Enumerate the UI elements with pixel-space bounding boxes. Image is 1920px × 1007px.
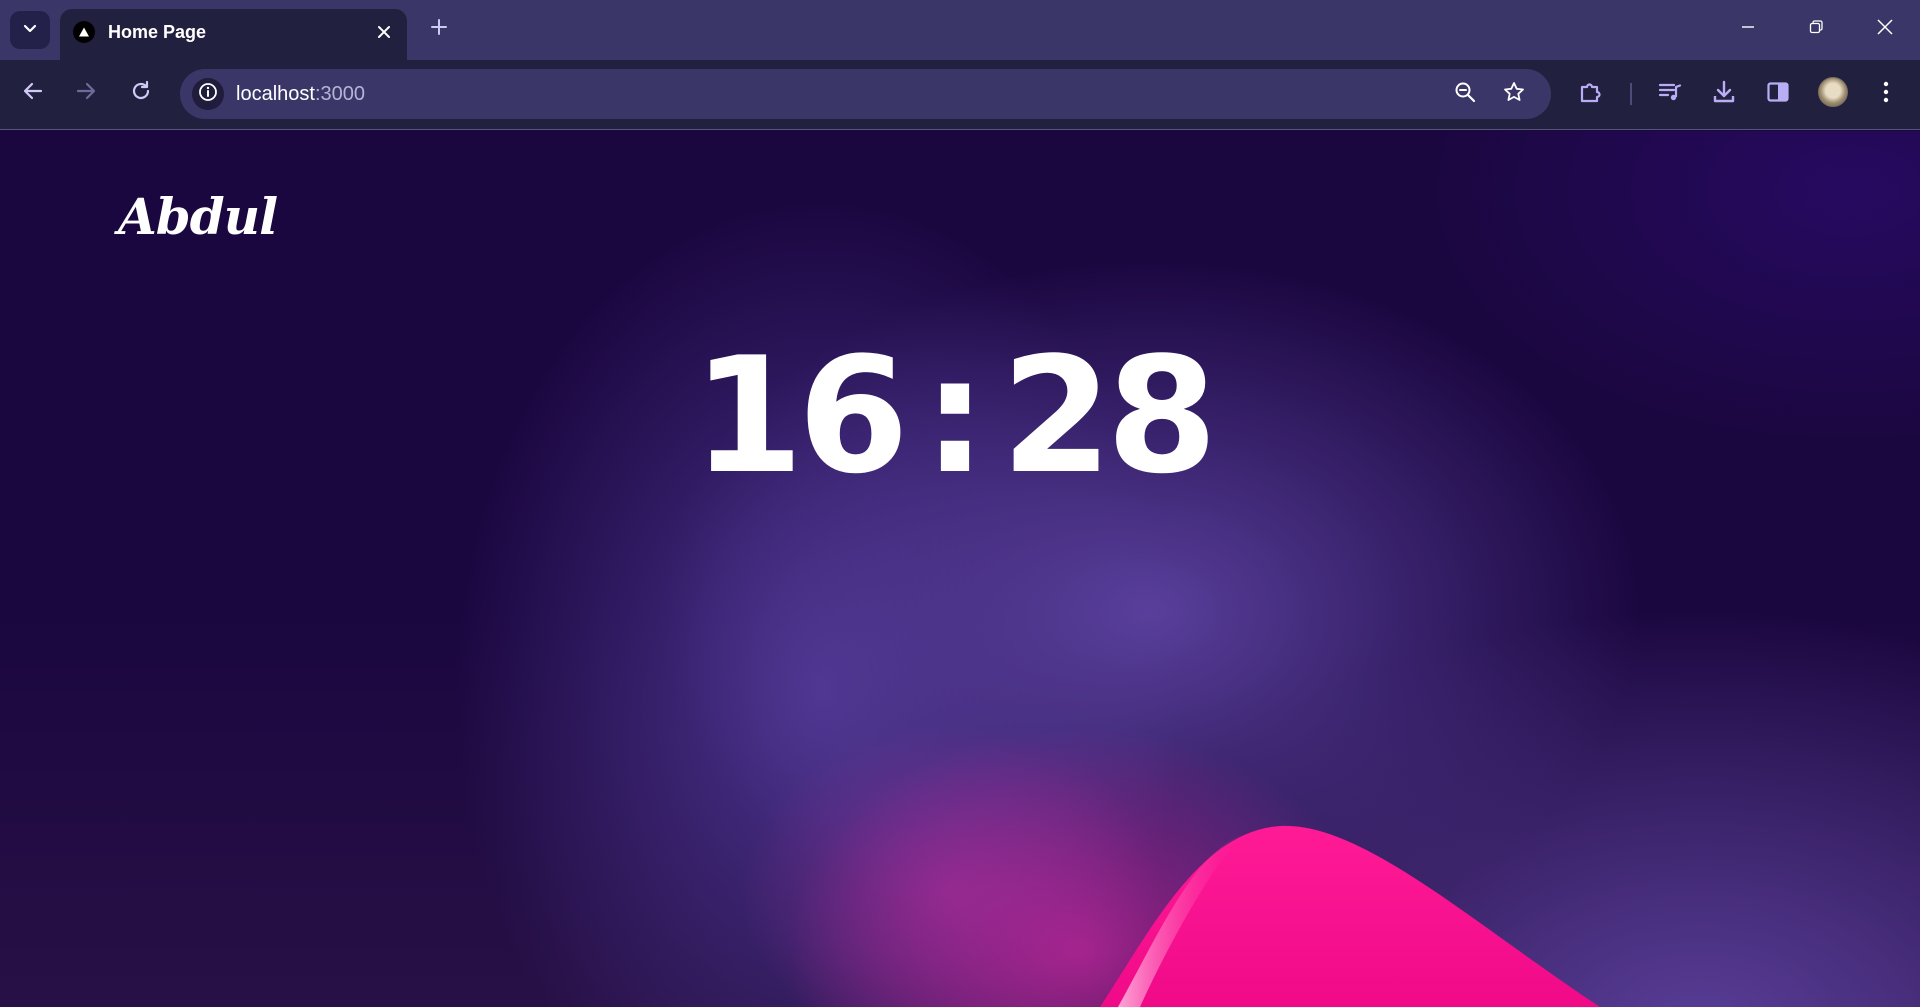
tab-search-button[interactable] [10, 11, 50, 49]
minimize-button[interactable] [1725, 8, 1771, 50]
arrow-right-icon [75, 80, 97, 107]
close-icon[interactable] [371, 19, 397, 45]
pink-wave-shape [1100, 825, 1600, 1007]
site-logo[interactable]: Abdul [118, 187, 278, 246]
forward-button[interactable] [67, 74, 105, 112]
close-icon [1876, 18, 1894, 41]
site-info-button[interactable] [192, 78, 224, 110]
clock-display: 16:28 [0, 336, 1912, 496]
extensions-button[interactable] [1573, 76, 1609, 112]
url-port: :3000 [314, 83, 365, 105]
star-icon [1503, 81, 1525, 108]
tab-home-page[interactable]: Home Page [60, 9, 407, 60]
reload-icon [130, 80, 152, 107]
zoom-button[interactable] [1449, 78, 1481, 110]
kebab-menu-icon [1882, 80, 1890, 109]
downloads-button[interactable] [1706, 76, 1742, 112]
restore-button[interactable] [1793, 8, 1839, 50]
url-text[interactable]: localhost:3000 [236, 83, 365, 105]
info-icon [198, 82, 218, 107]
bookmark-button[interactable] [1498, 78, 1530, 110]
chevron-down-icon [22, 20, 38, 41]
clock-minutes: 28 [1000, 322, 1218, 509]
download-icon [1711, 79, 1737, 110]
side-panel-button[interactable] [1760, 76, 1796, 112]
puzzle-icon [1578, 79, 1604, 110]
clock-separator: : [923, 322, 987, 509]
profile-avatar[interactable] [1818, 77, 1848, 107]
media-controls-button[interactable] [1652, 76, 1688, 112]
address-bar[interactable]: localhost:3000 [180, 69, 1551, 119]
back-button[interactable] [14, 74, 52, 112]
nextjs-triangle-icon [73, 21, 95, 43]
page-viewport: Abdul 16:28 [0, 131, 1920, 1007]
tab-strip: Home Page [0, 0, 1920, 60]
tab-title: Home Page [108, 22, 207, 42]
restore-icon [1808, 19, 1824, 40]
browser-menu-button[interactable] [1868, 76, 1904, 112]
clock-hours: 16 [692, 322, 909, 509]
browser-toolbar: localhost:3000 [0, 60, 1920, 130]
new-tab-button[interactable] [424, 14, 454, 44]
reload-button[interactable] [122, 74, 160, 112]
side-panel-icon [1765, 79, 1791, 110]
plus-icon [430, 18, 448, 41]
close-window-button[interactable] [1862, 8, 1908, 50]
toolbar-separator [1630, 83, 1632, 105]
url-host: localhost [236, 83, 315, 105]
media-queue-icon [1657, 79, 1683, 110]
arrow-left-icon [22, 80, 44, 107]
zoom-out-icon [1454, 81, 1476, 108]
minimize-icon [1740, 19, 1756, 40]
